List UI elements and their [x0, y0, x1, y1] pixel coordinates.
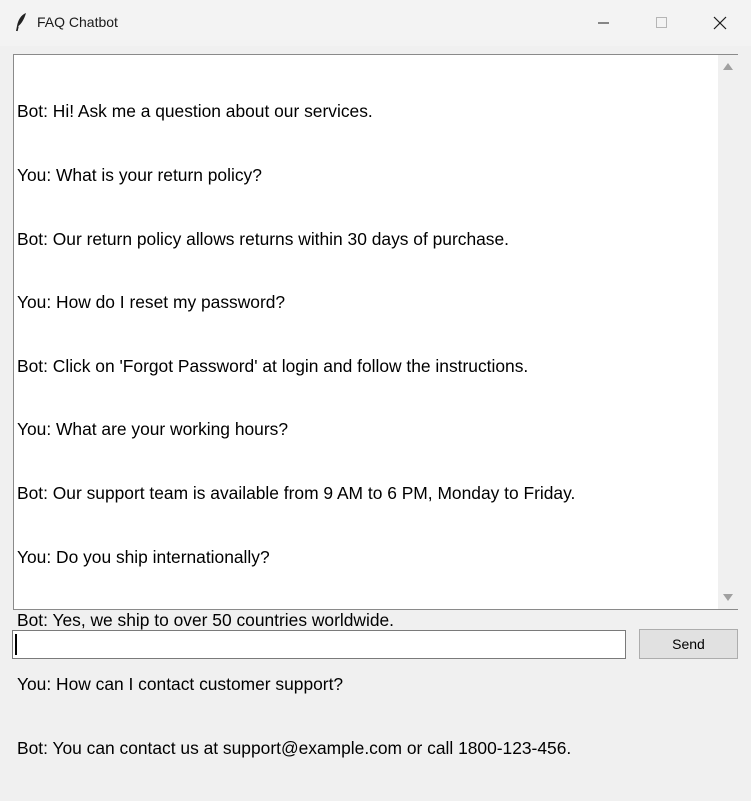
chat-message: Bot: Our support team is available from …: [17, 483, 576, 504]
chat-message: You: Do you ship internationally?: [17, 546, 270, 567]
close-icon: [713, 16, 727, 30]
chat-history-area[interactable]: Bot: Hi! Ask me a question about our ser…: [13, 54, 738, 758]
chat-message: Bot: Our return policy allows returns wi…: [17, 228, 509, 249]
chat-message: Bot: You can contact us at support@examp…: [17, 737, 572, 758]
scroll-up-arrow-icon[interactable]: [722, 61, 734, 73]
window-title: FAQ Chatbot: [37, 14, 118, 30]
chat-log: Bot: Hi! Ask me a question about our ser…: [17, 59, 717, 801]
maximize-icon: [656, 17, 667, 28]
chat-message: Bot: Click on 'Forgot Password' at login…: [17, 355, 529, 376]
minimize-icon: [598, 22, 609, 24]
send-button[interactable]: Send: [639, 629, 738, 659]
chat-message: You: How do I reset my password?: [17, 292, 286, 313]
chat-message: You: How can I contact customer support?: [17, 673, 344, 694]
title-bar[interactable]: FAQ Chatbot: [0, 0, 751, 46]
chat-message: You: What is your return policy?: [17, 165, 262, 186]
chat-message: Bot: Hi! Ask me a question about our ser…: [17, 101, 373, 122]
vertical-scrollbar[interactable]: [718, 55, 738, 609]
chat-message: You: What are your working hours?: [17, 419, 288, 440]
scroll-down-arrow-icon[interactable]: [722, 591, 734, 603]
chatbot-window: FAQ Chatbot Bot: Hi! Ask me a question a…: [0, 0, 751, 758]
close-button[interactable]: [691, 0, 749, 46]
maximize-button[interactable]: [633, 0, 691, 46]
message-input[interactable]: [12, 630, 626, 659]
feather-icon: [16, 13, 26, 32]
minimize-button[interactable]: [575, 0, 633, 46]
text-cursor: [15, 634, 17, 655]
chat-message: Bot: Yes, we ship to over 50 countries w…: [17, 610, 395, 631]
